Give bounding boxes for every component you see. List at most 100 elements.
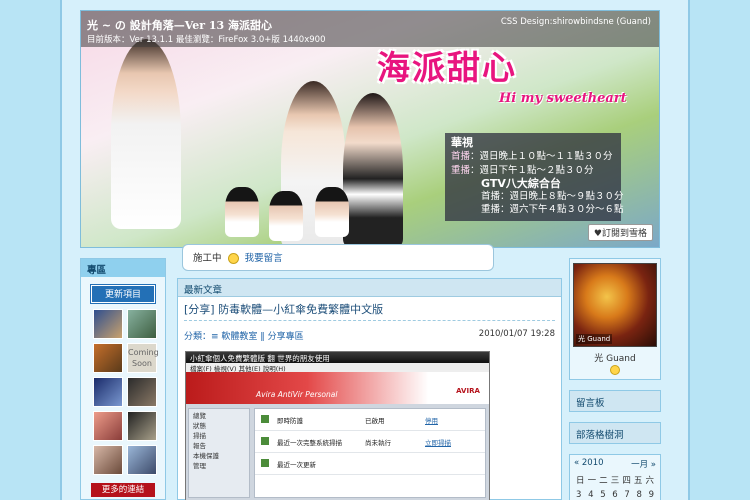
screenshot-menu: 檔案(F) 檢視(V) 其他(E) 說明(H): [186, 363, 489, 373]
site-subtitle: 目前版本：Ver 13.1.1 最佳瀏覽：FireFox 3.0+版 1440x…: [87, 35, 326, 45]
calendar-day[interactable]: 4: [588, 490, 593, 500]
screenshot-side-item: 本機保護: [193, 452, 219, 460]
site-title[interactable]: 光 ~ の 設計角落—Ver 13 海派甜心: [87, 17, 272, 33]
rerun-time-2: 週六下午４點３０分～６點: [509, 204, 624, 215]
network-name-2: GTV八大綜合台: [481, 177, 561, 190]
screenshot-side-item: 報告: [193, 442, 206, 450]
calendar-next[interactable]: 一月 »: [631, 458, 656, 470]
calendar-day[interactable]: 3: [576, 490, 581, 500]
screenshot-row: 最近一次更新: [255, 453, 485, 475]
screenshot-side-menu: 總覽 狀態 掃描 報告 本機保護 管理: [188, 408, 250, 498]
thumbnail-link[interactable]: [127, 445, 157, 475]
screenshot-row-name: 即時防護: [277, 417, 303, 425]
screenshot-side-item: 掃描: [193, 432, 206, 440]
rerun-time: 週日下午１點～２點３０分: [479, 165, 594, 176]
check-icon: [261, 437, 269, 445]
post-meta: 分類：≡ 軟體教室 ‖ 分享專區 2010/01/07 19:28: [184, 329, 555, 342]
calendar-weekday: 一: [587, 476, 597, 486]
screenshot-window-title: 小紅傘個人免費繁體版 翻 世界的朋友使用: [186, 352, 489, 363]
rerun-label-2: 重播: [481, 204, 501, 215]
show-tagline: Hi my sweetheart: [499, 91, 627, 106]
thumbnail-link[interactable]: [127, 411, 157, 441]
left-sidebar-heading: 專區: [81, 259, 165, 277]
thumbnail-link[interactable]: [127, 309, 157, 339]
right-sidebar: 光 Guand 光 Guand 留言板 部落格樹洞 « 2010 一月 » 日 …: [569, 258, 661, 500]
screenshot-side-item: 管理: [193, 462, 206, 470]
avira-logo: AVIRA: [453, 376, 483, 398]
banner-mini-figure: [225, 187, 259, 237]
banner-mini-figure: [269, 191, 303, 241]
status-bubble: 施工中 我要留言: [182, 244, 494, 271]
smile-icon: [227, 253, 239, 264]
thumbnail-link[interactable]: [93, 411, 123, 441]
thumbnail-grid: Coming Soon: [81, 307, 165, 477]
more-links-button[interactable]: 更多的連結: [91, 483, 155, 497]
calendar-weekday: 五: [633, 476, 643, 486]
calendar-day[interactable]: 6: [612, 490, 617, 500]
thumbnail-link[interactable]: [93, 445, 123, 475]
blog-treehole-link[interactable]: 部落格樹洞: [569, 422, 661, 444]
coming-soon-thumbnail[interactable]: Coming Soon: [127, 343, 159, 373]
main-content: 最新文章 [分享] 防毒軟體—小紅傘免費繁體中文版 分類：≡ 軟體教室 ‖ 分享…: [177, 278, 562, 500]
screenshot-row: 即時防護 已啟用 停用: [255, 409, 485, 431]
check-icon: [261, 415, 269, 423]
calendar-day[interactable]: 7: [624, 490, 629, 500]
calendar-day[interactable]: 9: [649, 490, 654, 500]
screenshot-row: 最近一次完整系統掃描 尚未執行 立即掃描: [255, 431, 485, 453]
calendar-weekday: 四: [622, 476, 631, 486]
thumbnail-link[interactable]: [93, 343, 123, 373]
screenshot-product-name: Avira AntiVir Personal: [256, 390, 338, 399]
screenshot-row-action: 停用: [425, 417, 438, 425]
avatar[interactable]: 光 Guand: [573, 263, 657, 347]
thumbnail-link[interactable]: [93, 377, 123, 407]
show-title: 海派甜心: [377, 48, 517, 87]
broadcast-schedule-2: GTV八大綜合台 首播：週日晚上８點～９點３０分 重播：週六下午４點３０分～６點: [481, 177, 624, 215]
subscribe-button-label: 訂閱到雪格: [601, 229, 647, 239]
avatar-tag: 光 Guand: [576, 334, 613, 344]
profile-name[interactable]: 光 Guand: [570, 351, 660, 364]
subscribe-button[interactable]: ♥訂閱到雪格: [587, 224, 653, 241]
post-categories[interactable]: 分類：≡ 軟體教室 ‖ 分享專區: [184, 332, 304, 342]
post-date: 2010/01/07 19:28: [478, 329, 555, 339]
premiere-time: 週日晚上１０點～１１點３０分: [479, 151, 613, 162]
post-screenshot: 小紅傘個人免費繁體版 翻 世界的朋友使用 檔案(F) 檢視(V) 其他(E) 說…: [185, 351, 490, 500]
thumbnail-link[interactable]: [127, 377, 157, 407]
screenshot-status-panel: 即時防護 已啟用 停用 最近一次完整系統掃描 尚未執行 立即掃描 最近一次更新: [254, 408, 486, 498]
calendar-week: 3 4 5 6 7 8 9: [574, 490, 656, 500]
screenshot-row-status: 尚未執行: [365, 439, 391, 447]
screenshot-row-status: 已啟用: [365, 417, 385, 425]
screenshot-row-action: 立即掃描: [425, 439, 451, 447]
calendar-day[interactable]: 5: [600, 490, 605, 500]
calendar-day[interactable]: 8: [636, 490, 641, 500]
profile-card: 光 Guand 光 Guand: [569, 258, 661, 380]
section-title: 最新文章: [178, 279, 561, 297]
leave-message-link[interactable]: 我要留言: [245, 253, 283, 264]
screenshot-side-item: 狀態: [193, 422, 206, 430]
design-credit: CSS Design:shirowbindsne (Guand): [500, 17, 651, 27]
rerun-label: 重播: [451, 165, 471, 176]
guestbook-link[interactable]: 留言板: [569, 390, 661, 412]
screenshot-row-name: 最近一次更新: [277, 461, 316, 469]
header-banner: 光 ~ の 設計角落—Ver 13 海派甜心 目前版本：Ver 13.1.1 最…: [80, 10, 660, 248]
calendar-weekday: 日: [576, 476, 585, 486]
screenshot-side-item: 總覽: [193, 412, 206, 420]
check-icon: [261, 459, 269, 467]
screenshot-row-name: 最近一次完整系統掃描: [277, 439, 342, 447]
calendar-weekdays: 日 一 二 三 四 五 六: [574, 474, 656, 486]
calendar-weekday: 六: [645, 476, 654, 486]
status-text: 施工中: [193, 253, 222, 264]
calendar-header: « 2010 一月 »: [574, 458, 656, 470]
calendar-weekday: 二: [599, 476, 608, 486]
premiere-label-2: 首播: [481, 191, 501, 202]
calendar: « 2010 一月 » 日 一 二 三 四 五 六 3 4 5 6 7 8 9: [569, 454, 661, 500]
updates-button[interactable]: 更新項目: [90, 284, 156, 304]
network-name: 華視: [451, 136, 473, 149]
left-sidebar: 專區 更新項目 Coming Soon 更多的連結: [80, 258, 166, 500]
premiere-label: 首播: [451, 151, 471, 162]
thumbnail-link[interactable]: [93, 309, 123, 339]
banner-mini-figure: [315, 187, 349, 237]
banner-person-left: [111, 39, 181, 229]
calendar-prev[interactable]: « 2010: [574, 458, 604, 470]
post-title[interactable]: [分享] 防毒軟體—小紅傘免費繁體中文版: [184, 301, 555, 321]
calendar-weekday: 三: [610, 476, 620, 486]
